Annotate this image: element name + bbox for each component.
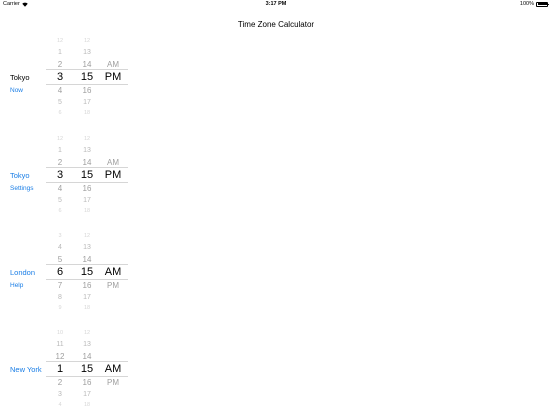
picker-option[interactable]: PM [100,378,126,387]
picker-selected-value[interactable]: 3 [46,170,74,181]
picker-selected-value[interactable]: PM [100,170,126,181]
city-label: Tokyo [10,73,30,82]
status-time: 3:17 PM [265,1,287,7]
picker-option[interactable]: 6 [46,110,74,117]
battery-percent: 100% [519,1,534,7]
picker-option[interactable]: 4 [46,184,74,193]
page-title: Time Zone Calculator [237,20,315,29]
picker-option[interactable]: 18 [74,208,100,215]
picker-option[interactable]: 3 [46,233,74,240]
picker-option[interactable]: 17 [74,99,100,106]
time-zone-row: London Help 3 4 5 6 7 8 9 12 13 14 15 16 17 18 AM PM [0,227,552,317]
picker-option[interactable]: 17 [74,197,100,204]
picker-option[interactable]: 14 [74,158,100,167]
picker-option[interactable]: PM [100,281,126,290]
picker-option[interactable]: 4 [46,244,74,251]
picker-option[interactable]: 13 [74,341,100,348]
picker-option[interactable]: 12 [74,38,100,45]
picker-option[interactable]: 7 [46,281,74,290]
city-label[interactable]: London [10,268,35,277]
picker-option[interactable]: 8 [46,294,74,301]
picker-option[interactable]: 2 [46,60,74,69]
picker-option[interactable]: 11 [46,341,74,348]
picker-selected-value[interactable]: PM [100,72,126,83]
picker-selected-value[interactable]: 6 [46,267,74,278]
picker-option[interactable]: 6 [46,208,74,215]
hour-picker[interactable]: 3 4 5 6 7 8 9 [46,227,74,317]
picker-selected-value[interactable]: AM [100,364,126,375]
picker-selected-value[interactable]: 15 [74,267,100,278]
zone-action-help-button[interactable]: Help [10,282,23,289]
zone-action-now-button[interactable]: Now [10,87,23,94]
picker-option[interactable]: 10 [46,330,74,337]
picker-option[interactable]: 16 [74,378,100,387]
picker-selected-value[interactable]: 15 [74,72,100,83]
picker-option[interactable]: 18 [74,402,100,409]
picker-option[interactable]: 5 [46,255,74,264]
hour-picker[interactable]: 12 1 2 3 4 5 6 [46,32,74,122]
picker-option[interactable]: 1 [46,49,74,56]
time-zone-row: Tokyo Settings 12 1 2 3 4 5 6 12 13 14 15 16 17 18 AM PM [0,130,552,220]
city-label[interactable]: New York [10,365,42,374]
ampm-picker[interactable]: AM PM [100,227,126,317]
picker-option[interactable]: 12 [74,330,100,337]
ampm-picker[interactable]: AM PM [100,32,126,122]
picker-option[interactable]: 14 [74,352,100,361]
picker-option[interactable]: 13 [74,147,100,154]
zone-action-settings-button[interactable]: Settings [10,185,34,192]
picker-option[interactable]: 16 [74,184,100,193]
picker-option[interactable]: 12 [46,136,74,143]
picker-option[interactable]: 13 [74,244,100,251]
status-bar: Carrier 3:17 PM 100% [0,0,552,10]
picker-option[interactable]: AM [100,158,126,167]
ampm-picker[interactable]: AM PM [100,130,126,220]
picker-selected-value[interactable]: AM [100,267,126,278]
picker-option[interactable]: 4 [46,402,74,409]
minute-picker[interactable]: 12 13 14 15 16 17 18 [74,32,100,122]
minute-picker[interactable]: 12 13 14 15 16 17 18 [74,227,100,317]
picker-option[interactable]: AM [100,60,126,69]
picker-selected-value[interactable]: 3 [46,72,74,83]
hour-picker[interactable]: 12 1 2 3 4 5 6 [46,130,74,220]
picker-option[interactable]: 5 [46,99,74,106]
picker-option[interactable]: 16 [74,86,100,95]
picker-option[interactable]: 12 [46,38,74,45]
picker-option[interactable]: 18 [74,305,100,312]
picker-option[interactable]: 12 [46,352,74,361]
picker-selected-value[interactable]: 15 [74,364,100,375]
picker-option[interactable]: 14 [74,255,100,264]
city-label[interactable]: Tokyo [10,171,30,180]
picker-option[interactable]: 18 [74,110,100,117]
picker-selected-value[interactable]: 15 [74,170,100,181]
picker-option[interactable]: 17 [74,294,100,301]
picker-option[interactable]: 13 [74,49,100,56]
picker-option[interactable]: 2 [46,158,74,167]
picker-option[interactable]: 2 [46,378,74,387]
battery-icon [536,1,549,7]
picker-option[interactable]: 16 [74,281,100,290]
picker-option[interactable]: 14 [74,60,100,69]
minute-picker[interactable]: 12 13 14 15 16 17 18 [74,324,100,414]
picker-option[interactable]: 1 [46,147,74,154]
status-right: 100% [519,1,549,7]
hour-picker[interactable]: 10 11 12 1 2 3 4 [46,324,74,414]
picker-option[interactable]: 12 [74,136,100,143]
ampm-picker[interactable]: AM PM [100,324,126,414]
minute-picker[interactable]: 12 13 14 15 16 17 18 [74,130,100,220]
picker-option[interactable]: 4 [46,86,74,95]
picker-selected-value[interactable]: 1 [46,364,74,375]
time-zone-row: Tokyo Now 12 1 2 3 4 5 6 12 13 14 15 16 17 18 AM PM [0,32,552,122]
picker-option[interactable]: 12 [74,233,100,240]
picker-option[interactable]: 5 [46,197,74,204]
picker-option[interactable]: 9 [46,305,74,312]
picker-option[interactable]: 17 [74,391,100,398]
time-zone-row: New York 10 11 12 1 2 3 4 12 13 14 15 16 17 18 AM PM [0,324,552,414]
picker-option[interactable]: 3 [46,391,74,398]
